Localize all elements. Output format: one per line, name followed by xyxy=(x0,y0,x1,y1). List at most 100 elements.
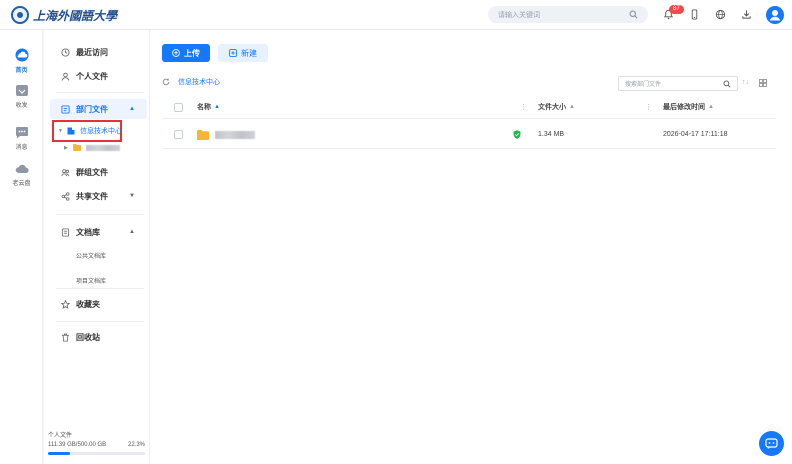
column-resize-handle[interactable]: ⋮ xyxy=(520,96,527,118)
quota-progress-bar xyxy=(48,452,145,455)
share-icon xyxy=(61,191,70,201)
chat-icon xyxy=(765,437,778,449)
sidebar-item-favorites[interactable]: 收藏夹 xyxy=(50,294,147,314)
grid-view-icon[interactable] xyxy=(759,79,767,87)
sort-icon[interactable]: ▲ xyxy=(708,104,714,110)
column-resize-handle[interactable]: ⋮ xyxy=(645,96,652,118)
sort-icon[interactable]: ▲ xyxy=(214,104,220,110)
file-name-cell[interactable] xyxy=(197,121,255,148)
clock-icon xyxy=(61,47,70,57)
quota-progress-fill xyxy=(48,452,70,455)
sidebar-label-library: 文档库 xyxy=(76,227,100,237)
rail-item-old-cloud[interactable]: 老云盘 xyxy=(0,163,43,187)
column-header-name[interactable]: 名称 ▲ xyxy=(197,96,220,118)
shield-check-icon xyxy=(513,130,521,139)
sidebar-divider xyxy=(56,321,144,322)
row-checkbox[interactable] xyxy=(174,121,183,148)
chat-support-button[interactable] xyxy=(759,431,784,456)
sidebar-label-recent: 最近访问 xyxy=(76,47,108,57)
folder-icon xyxy=(197,129,209,140)
storage-quota: 个人文件 111.39 GB/500.00 GB 22.3% xyxy=(48,430,145,455)
sidebar-item-department[interactable]: 部门文件 ▲ xyxy=(50,99,147,119)
rail-label-home: 首页 xyxy=(15,68,28,74)
tree-caret-icon[interactable]: ▼ xyxy=(58,128,63,134)
message-icon xyxy=(15,127,28,139)
new-label: 新建 xyxy=(241,48,257,58)
column-header-modified[interactable]: 最后修改时间 ▲ xyxy=(663,96,714,118)
column-label-size: 文件大小 xyxy=(538,104,566,111)
search-placeholder: 请输入关键词 xyxy=(498,11,540,19)
phone-icon[interactable] xyxy=(689,9,700,20)
column-label-name: 名称 xyxy=(197,104,211,111)
sidebar-label-department: 部门文件 xyxy=(76,104,108,114)
sidebar-item-group[interactable]: 群组文件 xyxy=(50,162,147,182)
group-icon xyxy=(61,168,70,176)
redacted-file-name xyxy=(215,130,255,139)
sidebar-item-personal[interactable]: 个人文件 xyxy=(50,66,147,86)
transfer-icon xyxy=(15,85,28,96)
table-row[interactable]: 1.34 MB 2026-04-17 17:11:18 xyxy=(162,121,776,149)
university-logo[interactable]: 上海外國語大學 xyxy=(11,6,117,24)
old-cloud-icon xyxy=(15,164,29,173)
department-icon xyxy=(61,104,70,114)
rail-item-messages[interactable]: 消息 xyxy=(0,126,43,151)
breadcrumb-current[interactable]: 信息技术中心 xyxy=(178,77,220,87)
quota-percent: 22.3% xyxy=(127,442,145,448)
collapse-caret-icon[interactable]: ▲ xyxy=(129,229,135,235)
sidebar-item-public-library[interactable]: 公共文档库 xyxy=(76,251,106,260)
table-header: 名称 ▲ ⋮ 文件大小 ▲ ⋮ 最后修改时间 ▲ xyxy=(162,96,776,119)
sidebar-item-recycle[interactable]: 回收站 xyxy=(50,327,147,347)
upload-icon xyxy=(172,49,180,57)
app-rail: 首页 收发 消息 老云盘 xyxy=(0,30,43,464)
folder-icon xyxy=(72,144,81,151)
department-node-icon xyxy=(67,127,75,135)
rail-label-transfer: 收发 xyxy=(15,103,28,109)
sidebar-label-favorites: 收藏夹 xyxy=(76,299,100,309)
tree-caret-icon[interactable]: ▶ xyxy=(64,145,68,151)
sidebar-item-library[interactable]: 文档库 ▲ xyxy=(50,222,147,242)
new-button[interactable]: 新建 xyxy=(218,44,268,62)
sidebar-divider xyxy=(56,214,144,215)
collapse-caret-icon[interactable]: ▲ xyxy=(129,106,135,112)
sidebar: 最近访问 个人文件 部门文件 ▲ 群组文件 共享文件 ▼ 文档库 ▲ 公共文档库… xyxy=(44,30,150,464)
sidebar-item-shared[interactable]: 共享文件 ▼ xyxy=(50,186,147,206)
tree-node-subfolder[interactable]: ▶ xyxy=(64,144,120,151)
expand-caret-icon[interactable]: ▼ xyxy=(129,193,135,199)
download-icon[interactable] xyxy=(741,9,752,20)
quota-label: 个人文件 xyxy=(48,433,73,439)
rail-item-home[interactable]: 首页 xyxy=(0,48,43,74)
sidebar-item-project-library[interactable]: 项目文档库 xyxy=(76,276,106,285)
column-label-modified: 最后修改时间 xyxy=(663,104,705,111)
tree-node-it-center[interactable]: ▼ 信息技术中心 xyxy=(58,126,122,136)
globe-icon[interactable] xyxy=(715,9,726,20)
sidebar-divider xyxy=(56,92,144,93)
sort-toggle[interactable]: ↑↓ xyxy=(742,79,749,86)
sidebar-item-recent[interactable]: 最近访问 xyxy=(50,42,147,62)
tree-node-label: 信息技术中心 xyxy=(79,128,122,135)
top-bar: 上海外國語大學 请输入关键词 87 xyxy=(0,0,792,30)
sort-icon[interactable]: ▲ xyxy=(569,104,575,110)
file-modified-cell: 2026-04-17 17:11:18 xyxy=(663,131,728,138)
main-panel: 上传 新建 信息技术中心 搜索部门文件 ↑↓ 名称 ▲ ⋮ 文件大小 ▲ ⋮ 最… xyxy=(150,30,792,464)
upload-label: 上传 xyxy=(184,48,200,58)
file-size-cell: 1.34 MB xyxy=(538,131,565,138)
refresh-icon[interactable] xyxy=(162,78,170,86)
redacted-folder-name xyxy=(85,144,120,151)
sidebar-divider xyxy=(56,288,144,289)
search-icon[interactable] xyxy=(629,10,638,19)
column-header-size[interactable]: 文件大小 ▲ xyxy=(538,96,575,118)
search-icon[interactable] xyxy=(723,79,731,88)
notification-count-badge: 87 xyxy=(669,5,684,14)
plus-box-icon xyxy=(229,49,237,57)
global-search-input[interactable]: 请输入关键词 xyxy=(488,6,648,23)
quota-used: 111.39 GB/500.00 GB xyxy=(48,442,107,448)
select-all-checkbox[interactable] xyxy=(174,96,183,118)
department-search-placeholder: 搜索部门文件 xyxy=(625,82,662,88)
rail-label-messages: 消息 xyxy=(15,145,28,151)
library-icon xyxy=(61,227,70,237)
rail-item-transfer[interactable]: 收发 xyxy=(0,84,43,109)
upload-button[interactable]: 上传 xyxy=(162,44,210,62)
user-avatar[interactable] xyxy=(766,6,784,24)
department-search-input[interactable]: 搜索部门文件 xyxy=(618,76,738,91)
sidebar-label-shared: 共享文件 xyxy=(76,191,108,201)
